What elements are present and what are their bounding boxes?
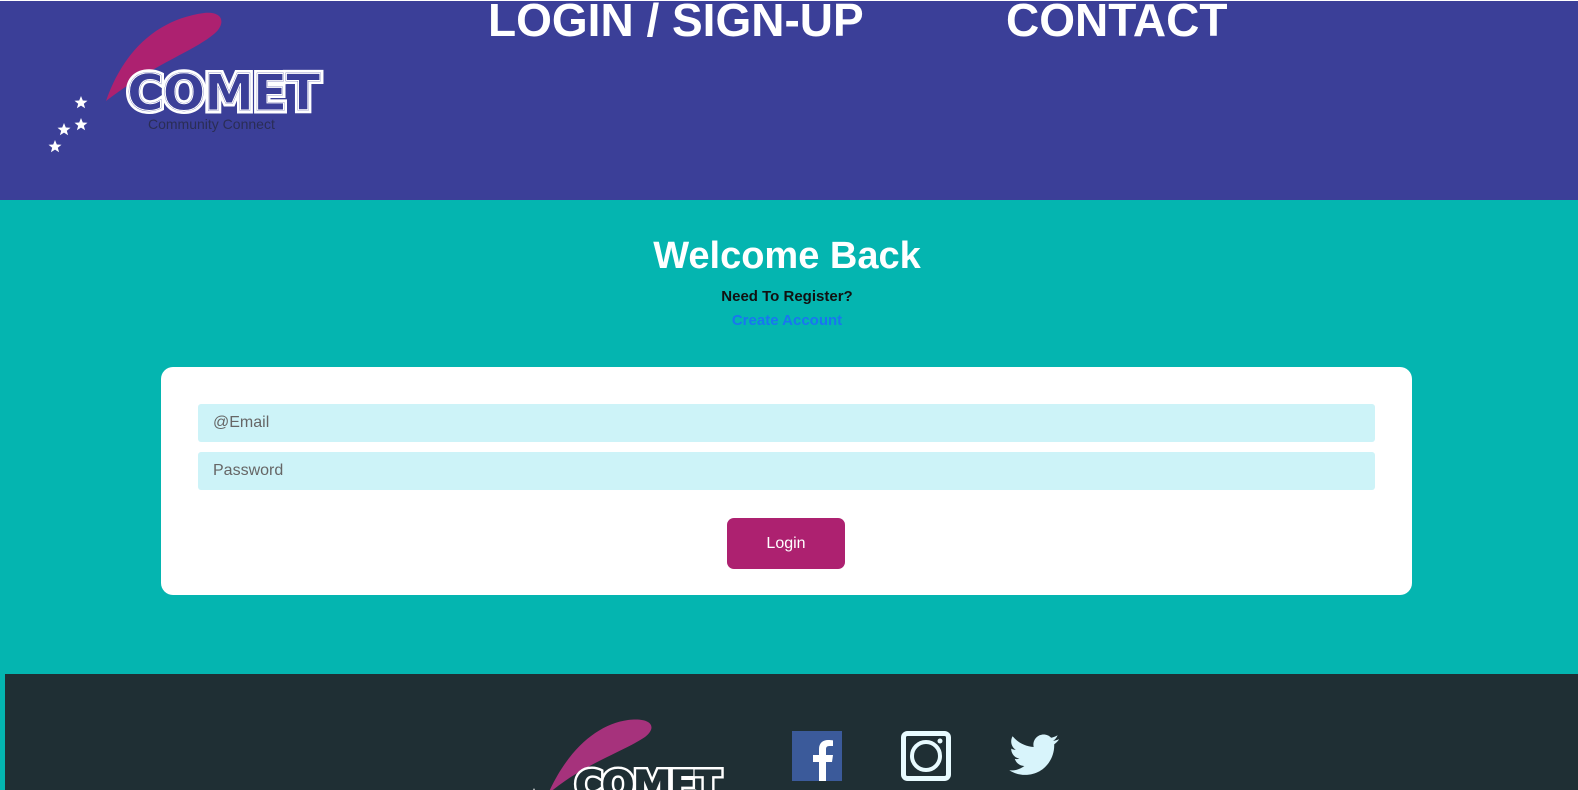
nav-contact[interactable]: CONTACT bbox=[1006, 0, 1227, 43]
footer-comet-logo[interactable]: COMET COMET bbox=[523, 694, 733, 790]
twitter-icon[interactable] bbox=[1009, 734, 1060, 784]
instagram-icon[interactable] bbox=[901, 731, 951, 781]
login-section: Welcome Back Need To Register? Create Ac… bbox=[0, 200, 1578, 674]
svg-text:Community Connect: Community Connect bbox=[148, 116, 275, 132]
login-button[interactable]: Login bbox=[727, 518, 845, 569]
password-field[interactable] bbox=[198, 452, 1375, 490]
svg-text:COMET: COMET bbox=[575, 763, 721, 790]
create-account-link[interactable]: Create Account bbox=[732, 312, 842, 329]
create-account-row: Create Account bbox=[0, 312, 1574, 330]
email-field[interactable] bbox=[198, 404, 1375, 442]
site-footer: COMET COMET bbox=[5, 674, 1578, 790]
svg-text:COMET: COMET bbox=[127, 64, 320, 122]
site-header: COMET COMET COMET Community Connect LOGI… bbox=[0, 0, 1578, 200]
login-form-card: Login bbox=[161, 367, 1412, 595]
page: COMET COMET COMET Community Connect LOGI… bbox=[0, 0, 1578, 790]
facebook-icon[interactable] bbox=[792, 731, 842, 781]
nav-login-signup[interactable]: LOGIN / SIGN-UP bbox=[488, 0, 864, 43]
register-prompt: Need To Register? bbox=[721, 288, 853, 305]
page-title: Welcome Back bbox=[653, 235, 921, 277]
comet-logo[interactable]: COMET COMET COMET Community Connect bbox=[44, 9, 325, 159]
